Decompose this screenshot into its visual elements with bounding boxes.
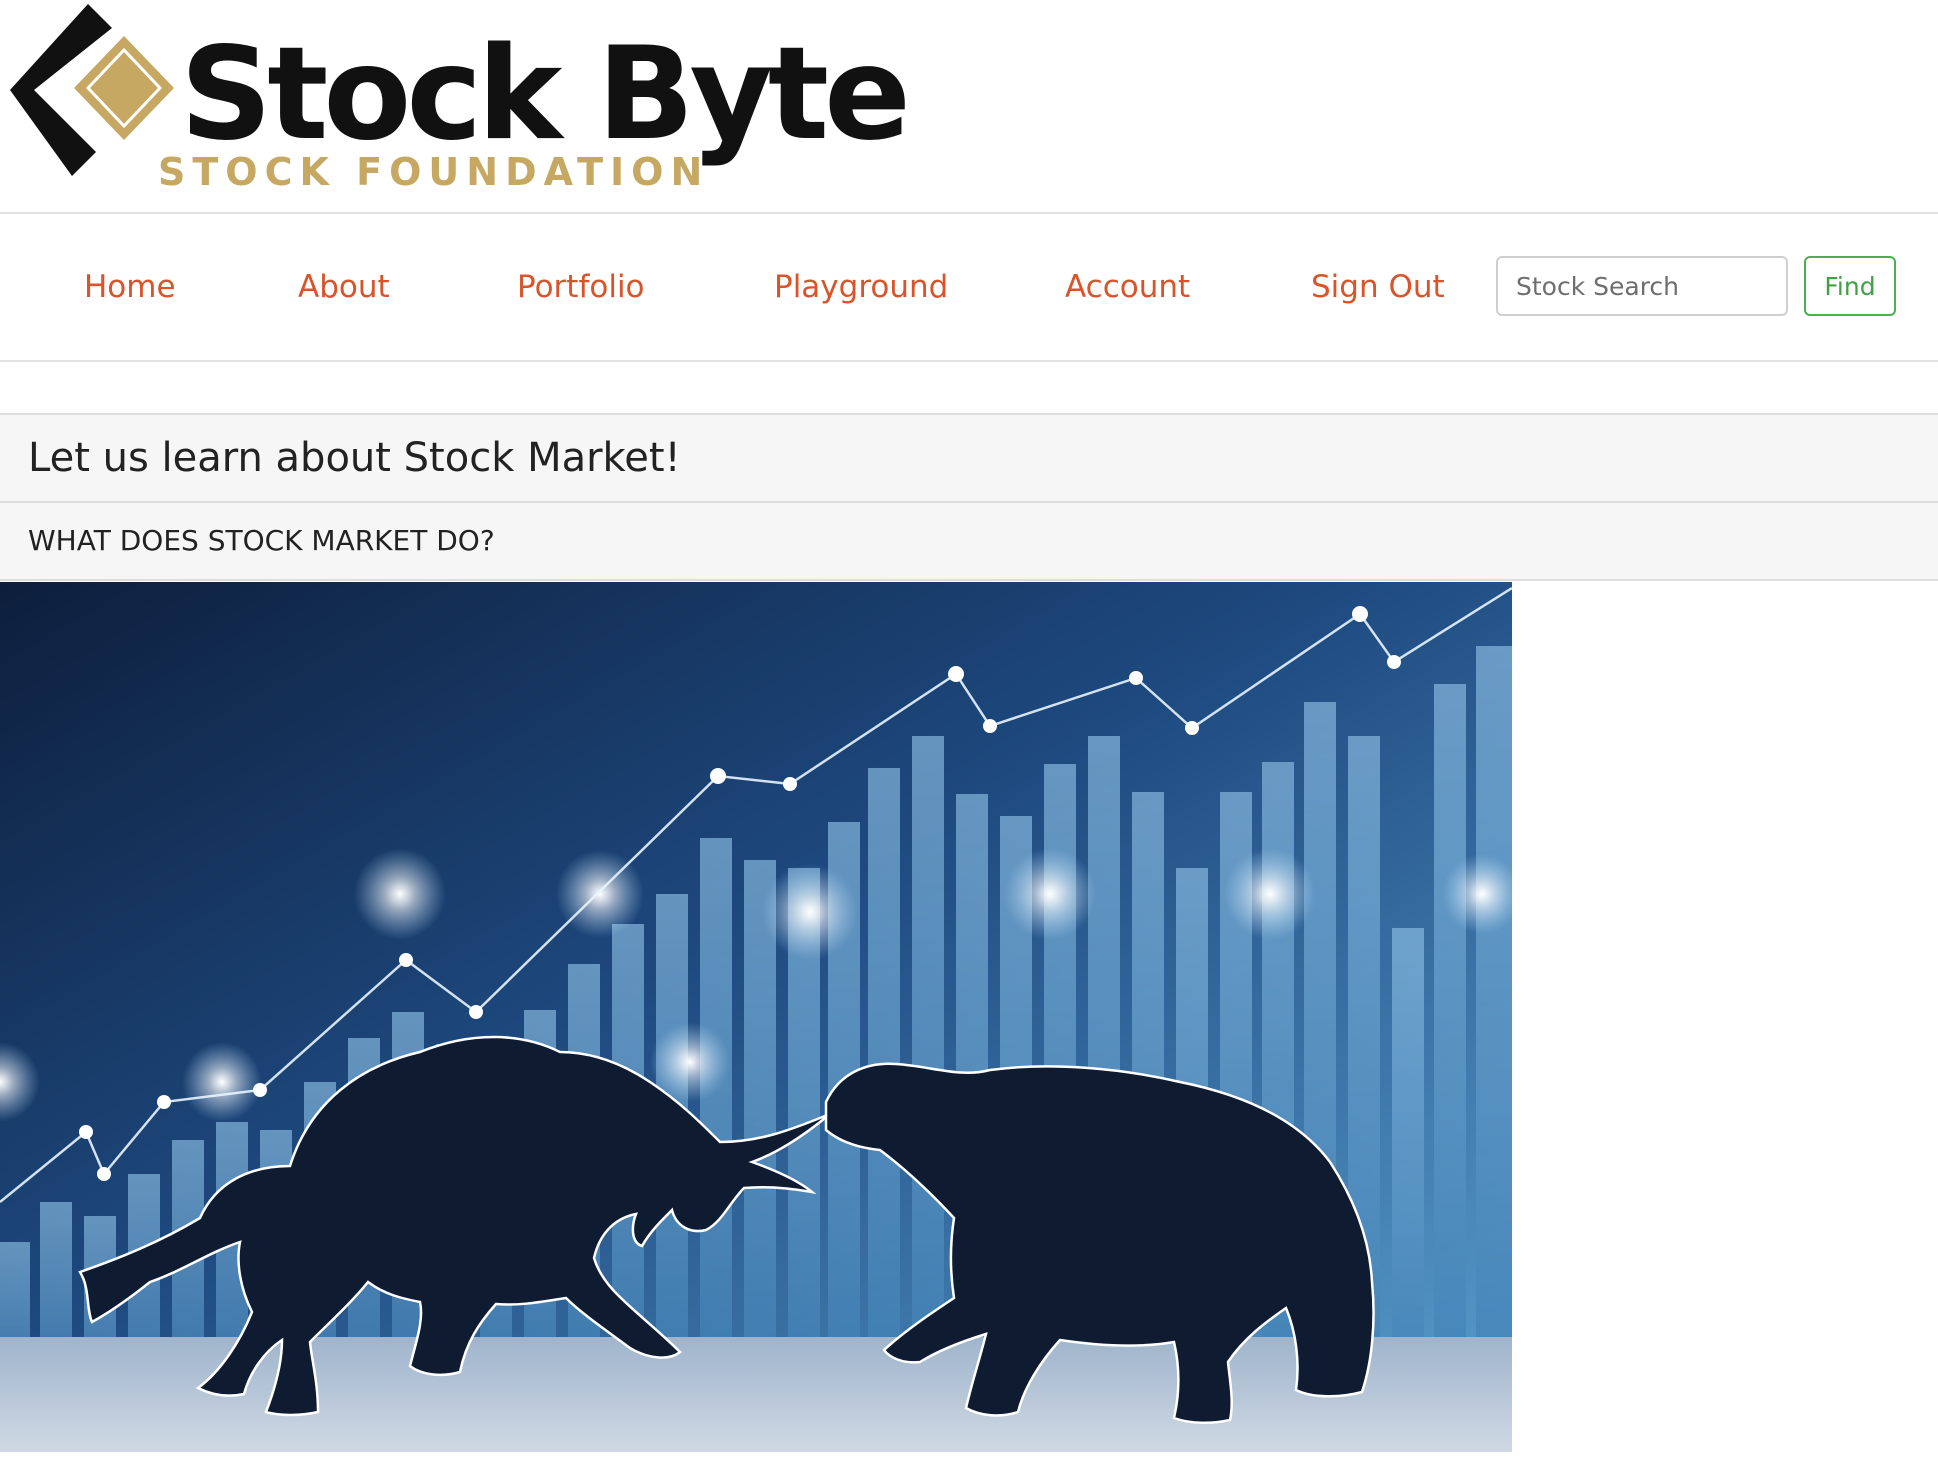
nav-link-account[interactable]: Account bbox=[1065, 214, 1190, 360]
main-navbar: Home About Portfolio Playground Account … bbox=[0, 214, 1938, 360]
navbar-divider bbox=[0, 360, 1938, 362]
nav-link-portfolio[interactable]: Portfolio bbox=[517, 214, 645, 360]
nav-link-about[interactable]: About bbox=[298, 214, 390, 360]
brand-tagline: STOCK FOUNDATION bbox=[158, 150, 710, 194]
section-title: WHAT DOES STOCK MARKET DO? bbox=[28, 524, 495, 557]
section-heading-band: WHAT DOES STOCK MARKET DO? bbox=[0, 503, 1938, 581]
nav-link-home[interactable]: Home bbox=[84, 214, 176, 360]
nav-link-sign-out[interactable]: Sign Out bbox=[1311, 214, 1445, 360]
bull-bear-hero-image bbox=[0, 582, 1512, 1452]
nav-link-playground[interactable]: Playground bbox=[774, 214, 948, 360]
site-header: Stock Byte STOCK FOUNDATION bbox=[0, 0, 1938, 212]
page-title: Let us learn about Stock Market! bbox=[28, 435, 681, 481]
page-heading-band: Let us learn about Stock Market! bbox=[0, 413, 1938, 503]
stock-search-input[interactable] bbox=[1496, 256, 1788, 316]
find-button[interactable]: Find bbox=[1804, 256, 1896, 316]
